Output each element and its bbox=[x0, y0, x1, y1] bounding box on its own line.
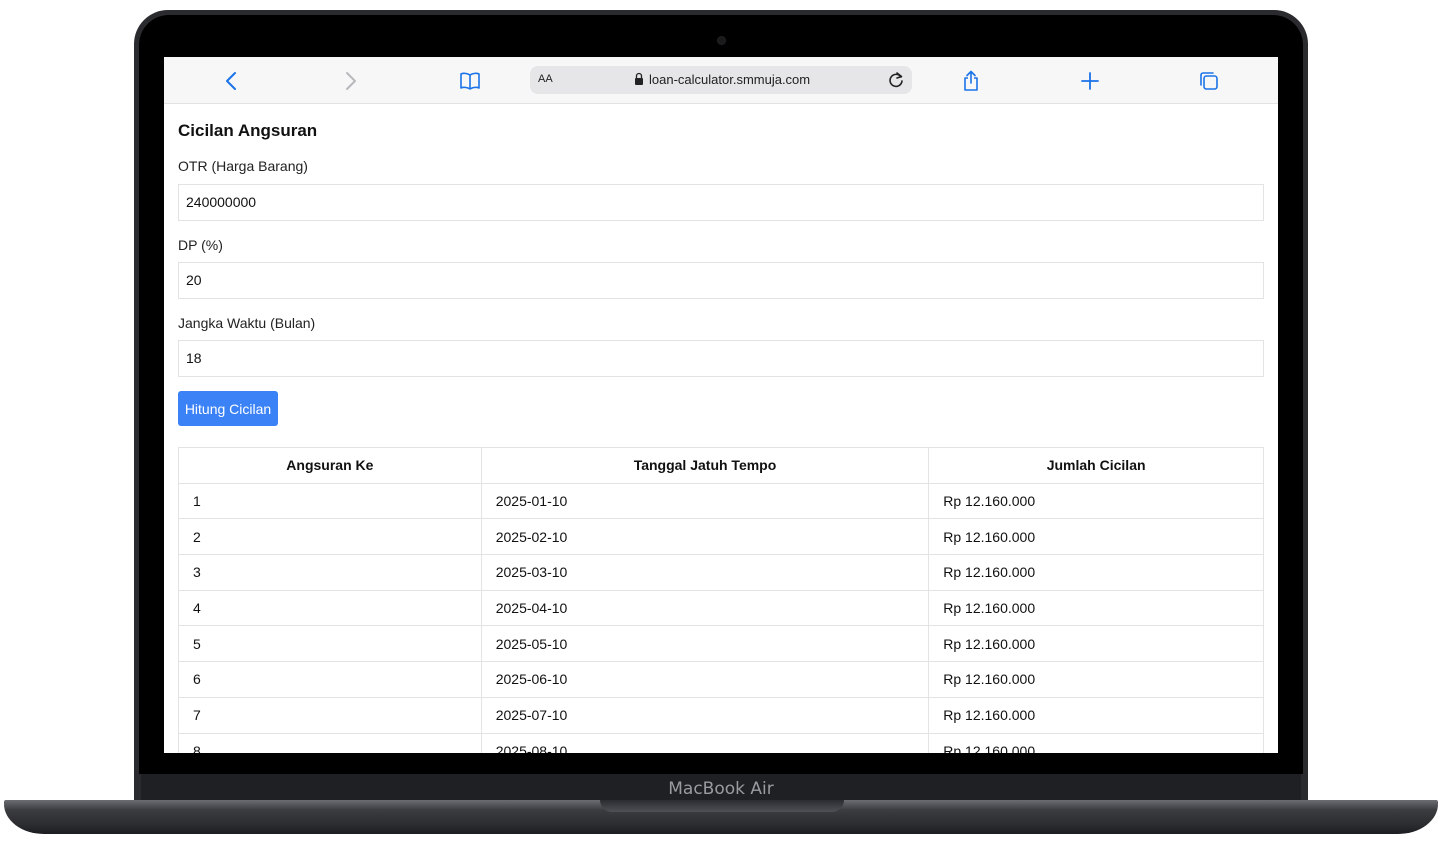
installment-number: 7 bbox=[178, 696, 482, 734]
installment-amount: Rp 12.160.000 bbox=[928, 482, 1264, 520]
due-date: 2025-06-10 bbox=[480, 661, 930, 698]
table-header-row: Angsuran Ke Tanggal Jatuh Tempo Jumlah C… bbox=[178, 447, 1264, 484]
reload-icon[interactable] bbox=[886, 70, 906, 90]
installment-number: 3 bbox=[178, 554, 482, 591]
due-date: 2025-02-10 bbox=[480, 518, 930, 556]
lock-icon bbox=[635, 72, 643, 85]
table-row: 3 2025-03-10 Rp 12.160.000 bbox=[178, 554, 1264, 591]
share-icon bbox=[964, 70, 978, 91]
term-label: Jangka Waktu (Bulan) bbox=[178, 315, 316, 331]
reader-toggle[interactable]: AA bbox=[538, 73, 553, 85]
table-row: 6 2025-06-10 Rp 12.160.000 bbox=[178, 661, 1264, 698]
laptop-notch bbox=[600, 800, 844, 812]
dp-label: DP (%) bbox=[178, 237, 223, 253]
due-date: 2025-05-10 bbox=[480, 625, 930, 663]
installment-amount: Rp 12.160.000 bbox=[928, 696, 1264, 734]
camera bbox=[718, 37, 725, 44]
table-row: 7 2025-07-10 Rp 12.160.000 bbox=[178, 696, 1264, 734]
share-button[interactable] bbox=[957, 67, 985, 95]
address-bar[interactable]: AA loan-calculator.smmuja.com bbox=[530, 66, 912, 94]
new-tab-button[interactable] bbox=[1076, 67, 1104, 95]
bookmarks-icon bbox=[460, 72, 480, 90]
installment-amount: Rp 12.160.000 bbox=[928, 661, 1264, 698]
installment-amount: Rp 12.160.000 bbox=[928, 625, 1264, 663]
device-brand-label: MacBook Air bbox=[668, 779, 774, 799]
back-button[interactable] bbox=[218, 67, 246, 95]
table-row: 4 2025-04-10 Rp 12.160.000 bbox=[178, 589, 1264, 627]
page-title: Cicilan Angsuran bbox=[178, 121, 318, 140]
table-row: 2 2025-02-10 Rp 12.160.000 bbox=[178, 518, 1264, 556]
term-input[interactable]: 18 bbox=[178, 340, 1264, 377]
column-header-amount: Jumlah Cicilan bbox=[928, 447, 1264, 484]
due-date: 2025-07-10 bbox=[480, 696, 930, 734]
column-header-due-date: Tanggal Jatuh Tempo bbox=[480, 447, 930, 484]
otr-input[interactable]: 240000000 bbox=[178, 184, 1264, 221]
installment-number: 6 bbox=[178, 661, 482, 698]
installment-number: 2 bbox=[178, 518, 482, 556]
installment-number: 5 bbox=[178, 625, 482, 663]
forward-icon bbox=[346, 72, 356, 90]
url-text: loan-calculator.smmuja.com bbox=[649, 72, 811, 87]
installment-number: 1 bbox=[178, 482, 482, 520]
installment-amount: Rp 12.160.000 bbox=[928, 732, 1264, 753]
back-icon bbox=[226, 72, 236, 90]
table-row: 5 2025-05-10 Rp 12.160.000 bbox=[178, 625, 1264, 663]
due-date: 2025-08-10 bbox=[480, 732, 930, 753]
installment-amount: Rp 12.160.000 bbox=[928, 554, 1264, 591]
table-row: 1 2025-01-10 Rp 12.160.000 bbox=[178, 482, 1264, 520]
installment-amount: Rp 12.160.000 bbox=[928, 589, 1264, 627]
browser-screen: AA loan-calculator.smmuja.com Cicilan An… bbox=[164, 57, 1278, 753]
due-date: 2025-01-10 bbox=[480, 482, 930, 520]
installment-number: 4 bbox=[178, 589, 482, 627]
due-date: 2025-04-10 bbox=[480, 589, 930, 627]
column-header-installment: Angsuran Ke bbox=[178, 447, 482, 484]
due-date: 2025-03-10 bbox=[480, 554, 930, 591]
bookmarks-button[interactable] bbox=[456, 67, 484, 95]
new-tab-icon bbox=[1081, 72, 1099, 90]
dp-input[interactable]: 20 bbox=[178, 262, 1264, 299]
installment-number: 8 bbox=[178, 732, 482, 753]
table-row: 8 2025-08-10 Rp 12.160.000 bbox=[178, 732, 1264, 753]
otr-label: OTR (Harga Barang) bbox=[178, 158, 308, 174]
forward-button[interactable] bbox=[336, 67, 364, 95]
tabs-icon bbox=[1200, 72, 1218, 90]
calculate-button[interactable]: Hitung Cicilan bbox=[178, 391, 278, 426]
installment-table: Angsuran Ke Tanggal Jatuh Tempo Jumlah C… bbox=[178, 447, 1264, 753]
browser-toolbar: AA loan-calculator.smmuja.com bbox=[164, 57, 1278, 104]
installment-amount: Rp 12.160.000 bbox=[928, 518, 1264, 556]
tabs-button[interactable] bbox=[1195, 67, 1223, 95]
